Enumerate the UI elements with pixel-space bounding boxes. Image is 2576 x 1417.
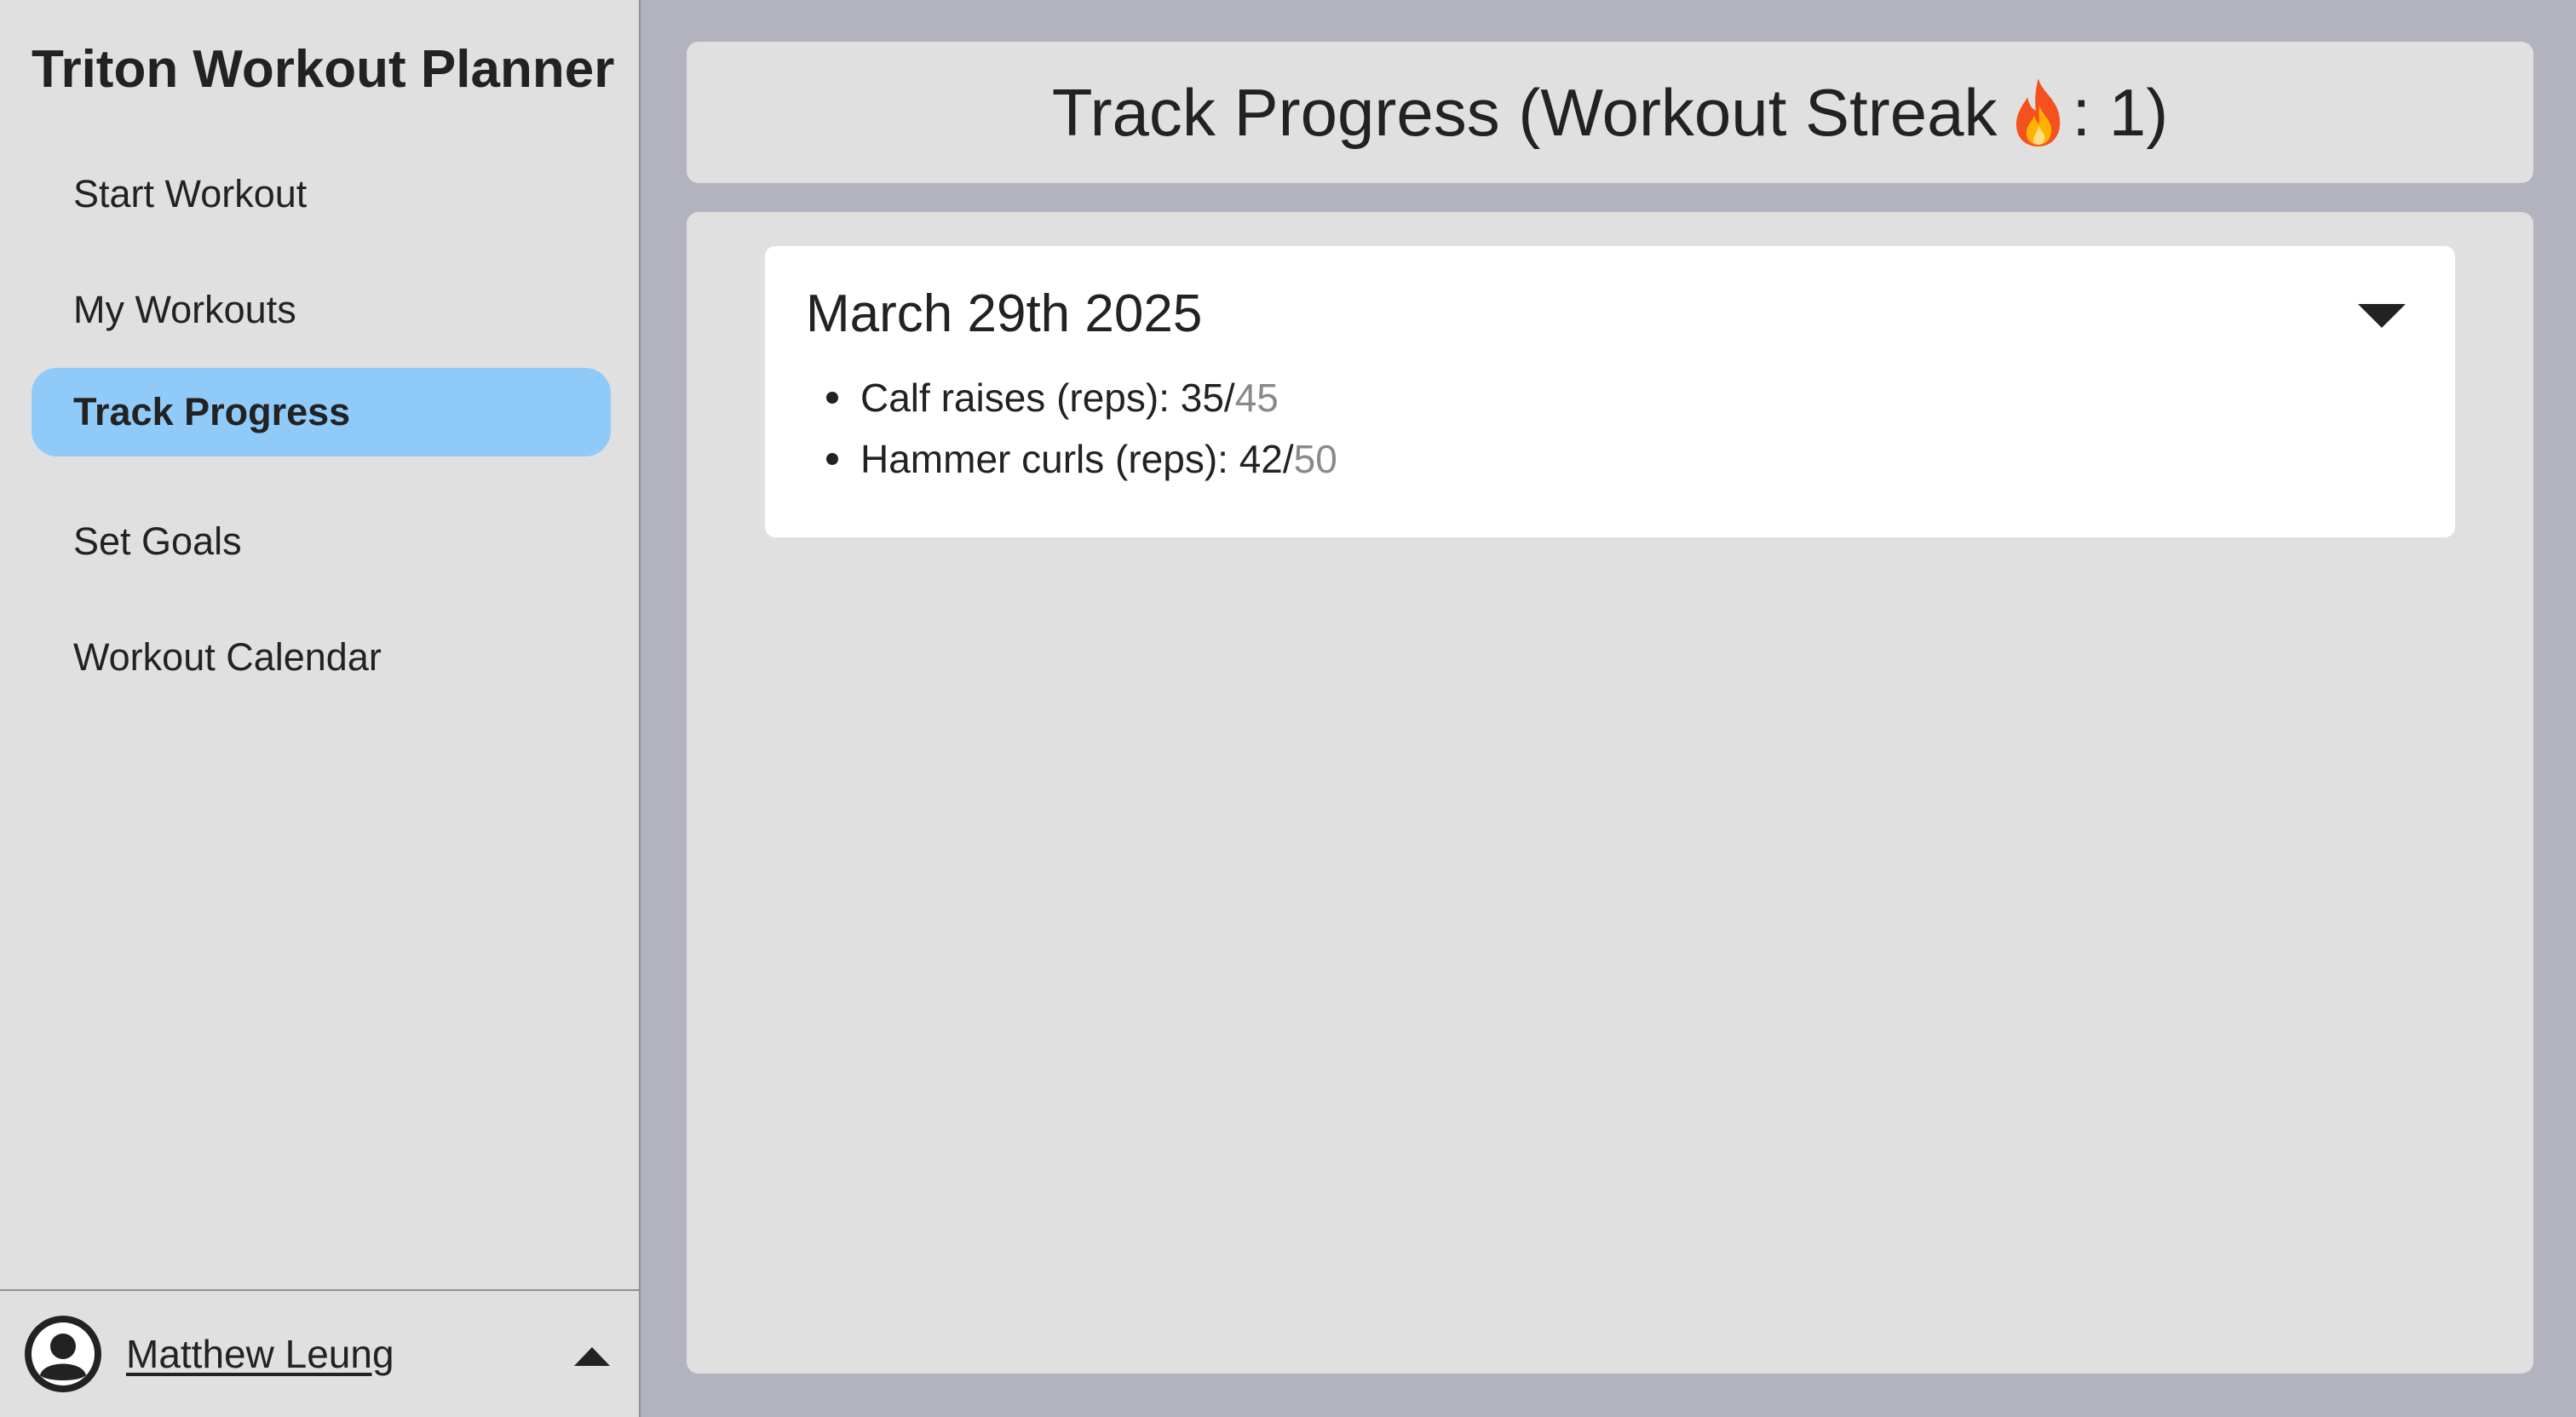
user-name-link[interactable]: Matthew Leung (126, 1328, 394, 1380)
exercise-separator: / (1223, 376, 1235, 420)
exercise-item-calf-raises: Calf raises (reps): 35/45 (826, 372, 1279, 423)
exercise-goal-value: 50 (1293, 437, 1337, 481)
exercise-goal-value: 45 (1234, 376, 1279, 420)
sidebar: Triton Workout Planner Start Workout My … (0, 0, 641, 1417)
exercise-done-value: 35 (1180, 376, 1224, 420)
entry-date: March 29th 2025 (806, 284, 1203, 343)
app-root: Triton Workout Planner Start Workout My … (0, 0, 2576, 1417)
fire-icon (2016, 78, 2061, 146)
exercise-label: Hammer curls (reps): (860, 437, 1239, 481)
caret-up-icon[interactable] (571, 1339, 613, 1373)
page-header: Track Progress (Workout Streak : 1) (687, 42, 2533, 183)
sidebar-item-workout-calendar[interactable]: Workout Calendar (32, 613, 611, 702)
exercise-separator: / (1282, 437, 1294, 481)
user-circle-icon[interactable] (25, 1316, 101, 1392)
page-title-prefix: Track Progress (Workout Streak (1051, 74, 1998, 150)
sidebar-item-track-progress[interactable]: Track Progress (32, 368, 611, 456)
progress-entry-card: March 29th 2025 Calf raises (reps): 35/4… (765, 246, 2455, 537)
app-title: Triton Workout Planner (32, 40, 615, 99)
exercise-label: Calf raises (reps): (860, 376, 1181, 420)
progress-panel: March 29th 2025 Calf raises (reps): 35/4… (687, 212, 2533, 1374)
sidebar-item-start-workout[interactable]: Start Workout (32, 150, 611, 238)
exercise-done-value: 42 (1239, 437, 1283, 481)
sidebar-item-set-goals[interactable]: Set Goals (32, 497, 611, 586)
page-title-suffix: : 1) (2072, 74, 2169, 150)
exercise-item-hammer-curls: Hammer curls (reps): 42/50 (826, 433, 1337, 485)
caret-down-icon[interactable] (2356, 301, 2407, 330)
sidebar-item-my-workouts[interactable]: My Workouts (32, 266, 611, 354)
page-title: Track Progress (Workout Streak : 1) (1052, 74, 2168, 152)
user-panel: Matthew Leung (0, 1289, 639, 1417)
